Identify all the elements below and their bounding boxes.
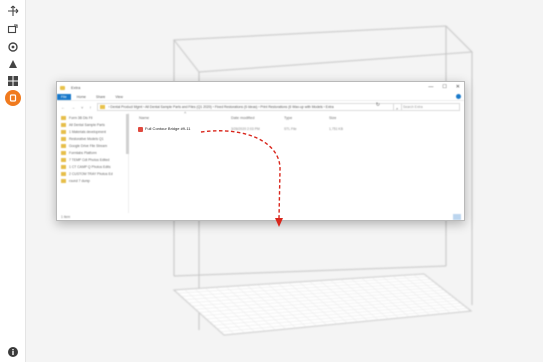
nav-item[interactable]: 1 Materials development bbox=[61, 128, 106, 135]
column-header-name[interactable]: Name bbox=[139, 116, 149, 120]
folder-icon bbox=[61, 164, 66, 169]
navigation-pane: Form 3B Dis Fil All Dental Sample Parts … bbox=[57, 113, 129, 213]
nav-item[interactable]: 7 TEMP Cdt Photos Edited bbox=[61, 156, 109, 163]
nav-item[interactable]: 2 CUSTOM TRAY Photos Ed bbox=[61, 170, 113, 177]
file-row[interactable]: Full Contour Bridge #9-11 3/26/2020 2:03… bbox=[136, 126, 343, 133]
tab-home[interactable]: Home bbox=[73, 94, 90, 100]
recent-dropdown[interactable]: ˅ bbox=[81, 105, 83, 110]
help-icon[interactable] bbox=[456, 94, 461, 99]
file-type: STL File bbox=[284, 127, 297, 131]
file-size: 1,751 KB bbox=[329, 127, 343, 131]
grid-settings-icon[interactable] bbox=[6, 74, 20, 88]
nav-item-label: Google Drive File Stream bbox=[69, 143, 108, 148]
nav-item-label: 2 CUSTOM TRAY Photos Ed bbox=[69, 171, 113, 176]
file-explorer-window: Extra — ☐ ✕ File Home Share View ← → ˅ ↑… bbox=[56, 81, 465, 221]
folder-icon bbox=[61, 171, 66, 176]
explorer-titlebar[interactable]: Extra — ☐ ✕ bbox=[57, 82, 464, 93]
folder-icon bbox=[61, 122, 66, 127]
maximize-button[interactable]: ☐ bbox=[442, 84, 446, 90]
mirror-icon[interactable] bbox=[6, 57, 20, 71]
build-volume-top bbox=[173, 25, 474, 73]
nav-item[interactable]: Google Drive File Stream bbox=[61, 142, 107, 149]
nav-item-label: All Dental Sample Parts bbox=[69, 122, 105, 127]
refresh-button[interactable]: ↻ bbox=[376, 102, 380, 108]
search-input[interactable]: ⌕ Search Extra bbox=[393, 103, 460, 111]
rotate-icon[interactable] bbox=[6, 40, 20, 54]
tab-view[interactable]: View bbox=[111, 94, 127, 100]
nav-item[interactable]: 1 CT CAMP Q Photos Edits bbox=[61, 163, 111, 170]
sort-ascending-icon: ˄ bbox=[184, 110, 187, 115]
file-date: 3/26/2020 2:03 PM bbox=[231, 127, 260, 131]
scale-icon[interactable] bbox=[6, 22, 20, 36]
search-icon: ⌕ bbox=[396, 106, 399, 111]
tab-file[interactable]: File bbox=[57, 93, 71, 100]
nav-item-label: 7 TEMP Cdt Photos Edited bbox=[69, 157, 110, 162]
drive-icon bbox=[61, 143, 66, 148]
column-header-type[interactable]: Type bbox=[284, 116, 292, 120]
address-bar[interactable]: › Dental Product Mgmt › All Dental Sampl… bbox=[97, 103, 403, 111]
file-list: Name ˄ Date modified Type Size Full Cont… bbox=[136, 110, 461, 213]
up-button[interactable]: ↑ bbox=[89, 105, 91, 110]
tab-share[interactable]: Share bbox=[92, 94, 109, 100]
nav-item-label: Formlabs Platform bbox=[69, 150, 97, 155]
folder-icon bbox=[61, 178, 66, 183]
move-icon[interactable] bbox=[6, 4, 20, 18]
info-icon[interactable] bbox=[6, 345, 20, 359]
folder-icon bbox=[61, 150, 66, 155]
slicer-app-window: Extra — ☐ ✕ File Home Share View ← → ˅ ↑… bbox=[0, 0, 543, 362]
nav-item-label: Form 3B Dis Fil bbox=[69, 115, 93, 120]
address-path: › Dental Product Mgmt › All Dental Sampl… bbox=[108, 105, 334, 109]
forward-button[interactable]: → bbox=[71, 105, 75, 110]
nav-pane-scrollbar[interactable] bbox=[126, 114, 129, 154]
stl-file-icon bbox=[138, 127, 143, 132]
status-bar: 1 item bbox=[57, 213, 464, 220]
folder-icon bbox=[60, 85, 65, 90]
nav-item[interactable]: All Dental Sample Parts bbox=[61, 121, 105, 128]
folder-icon bbox=[61, 129, 66, 134]
minimize-button[interactable]: — bbox=[428, 84, 433, 90]
back-button[interactable]: ← bbox=[61, 105, 65, 110]
folder-icon bbox=[100, 105, 106, 109]
close-button[interactable]: ✕ bbox=[456, 84, 460, 90]
ribbon-tabs: File Home Share View bbox=[57, 93, 464, 101]
folder-icon bbox=[61, 136, 66, 141]
nav-item[interactable]: Restorative Models Q1 bbox=[61, 135, 104, 142]
search-placeholder: Search Extra bbox=[403, 105, 423, 109]
support-blocker-icon[interactable] bbox=[5, 90, 21, 106]
folder-icon bbox=[61, 157, 66, 162]
column-header-date[interactable]: Date modified bbox=[231, 116, 254, 120]
file-name: Full Contour Bridge #9-11 bbox=[145, 126, 191, 131]
nav-item-label: Restorative Models Q1 bbox=[69, 136, 104, 141]
nav-item[interactable]: Formlabs Platform bbox=[61, 149, 97, 156]
nav-item-label: 1 CT CAMP Q Photos Edits bbox=[69, 164, 111, 169]
folder-icon bbox=[61, 115, 66, 120]
nav-item[interactable]: Form 3B Dis Fil bbox=[61, 114, 92, 121]
nav-item-label: 1 Materials development bbox=[69, 129, 106, 134]
column-header-size[interactable]: Size bbox=[329, 116, 336, 120]
details-view-icon[interactable] bbox=[453, 214, 461, 220]
nav-item-label: round 7 dump bbox=[69, 178, 90, 183]
nav-item[interactable]: round 7 dump bbox=[61, 177, 90, 184]
item-count: 1 item bbox=[61, 215, 71, 219]
window-title: Extra bbox=[71, 85, 81, 90]
build-plate bbox=[172, 273, 473, 336]
left-toolbar bbox=[0, 0, 26, 362]
